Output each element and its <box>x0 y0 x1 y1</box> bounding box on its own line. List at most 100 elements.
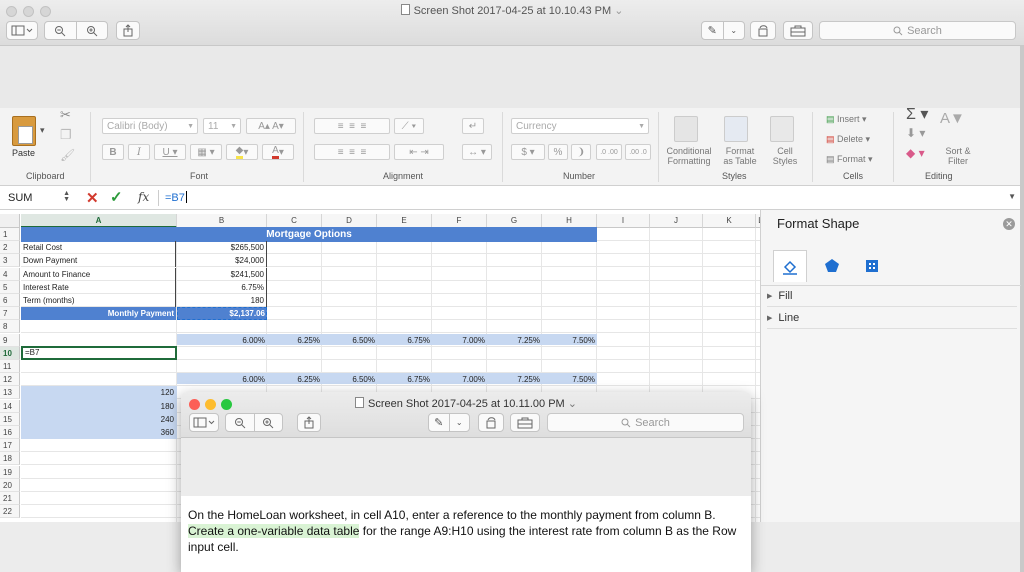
effects-tab[interactable] <box>815 250 849 282</box>
rate-header-cell[interactable]: 6.00% <box>177 334 267 347</box>
view-menu-button[interactable] <box>6 21 38 40</box>
accounting-format-button[interactable]: $ ▾ <box>511 144 545 160</box>
input-label-cell[interactable]: Retail Cost <box>21 241 176 255</box>
orientation-button[interactable]: ⟋ ▾ <box>394 118 424 134</box>
expand-formula-bar-icon[interactable]: ▼ <box>1008 192 1016 201</box>
font-size-select[interactable]: 11 ▼ <box>203 118 241 134</box>
inner-toolbox-button[interactable] <box>510 413 540 432</box>
row-header-20[interactable]: 20 <box>0 478 20 492</box>
percent-button[interactable]: % <box>548 144 568 160</box>
name-box[interactable]: SUM ▲ ▼ <box>4 189 74 207</box>
search-field[interactable]: Search <box>819 21 1016 40</box>
vertical-align-buttons[interactable]: ≡ ≡ ≡ <box>314 118 390 134</box>
column-header-h[interactable]: H <box>542 214 597 228</box>
underline-button[interactable]: U ▾ <box>154 144 186 160</box>
input-value-cell[interactable]: $24,000 <box>177 254 267 268</box>
row-header-19[interactable]: 19 <box>0 465 20 479</box>
enter-entry-icon[interactable]: ✓ <box>110 188 123 206</box>
format-as-table-button[interactable]: Format as Table <box>718 146 762 166</box>
row-header-21[interactable]: 21 <box>0 492 20 505</box>
number-format-select[interactable]: Currency ▼ <box>511 118 649 134</box>
font-size-grow-shrink[interactable]: A▴ A▾ <box>246 118 296 134</box>
rate-header-cell[interactable]: 6.25% <box>267 373 322 386</box>
comma-style-button[interactable]: ❩ <box>571 144 591 160</box>
paste-button[interactable]: Paste <box>12 148 35 158</box>
monthly-payment-value[interactable]: $2,137.06 <box>177 307 267 321</box>
term-cell[interactable]: 240 <box>21 413 176 426</box>
input-value-cell[interactable]: $241,500 <box>177 267 267 281</box>
toolbox-button[interactable] <box>783 21 813 40</box>
column-header-c[interactable]: C <box>267 214 322 228</box>
rate-header-cell[interactable]: 6.25% <box>267 334 322 347</box>
input-label-cell[interactable]: Interest Rate <box>21 280 176 294</box>
title-merged-cell[interactable]: Mortgage Options <box>21 227 597 242</box>
fill-line-tab[interactable] <box>773 250 807 282</box>
column-header-j[interactable]: J <box>650 214 703 228</box>
fill-icon[interactable]: ⬇ ▾ <box>906 127 925 139</box>
input-value-cell[interactable]: $265,500 <box>177 241 267 255</box>
zoom-out-button[interactable] <box>45 22 76 39</box>
column-header-d[interactable]: D <box>322 214 377 228</box>
share-button[interactable] <box>116 21 140 40</box>
row-header-12[interactable]: 12 <box>0 373 20 387</box>
font-name-select[interactable]: Calibri (Body) ▼ <box>102 118 198 134</box>
rotate-button[interactable] <box>750 21 776 40</box>
term-cell[interactable]: 180 <box>21 400 176 413</box>
cut-icon[interactable]: ✂ <box>60 108 71 121</box>
input-label-cell[interactable]: Term (months) <box>21 294 176 307</box>
delete-cells-button[interactable]: ▤ Delete ▾ <box>826 134 870 144</box>
close-pane-button[interactable]: ✕ <box>1003 218 1015 230</box>
zoom-in-button[interactable] <box>75 22 108 39</box>
rate-header-cell[interactable]: 7.00% <box>432 373 487 386</box>
sort-filter-button[interactable]: Sort & Filter <box>938 146 978 166</box>
conditional-formatting-button[interactable]: Conditional Formatting <box>663 146 715 166</box>
insert-function-icon[interactable]: fx <box>138 190 149 204</box>
column-header-k[interactable]: K <box>703 214 756 228</box>
wrap-text-button[interactable]: ↵ <box>462 118 484 134</box>
cancel-entry-icon[interactable]: ✕ <box>86 189 99 207</box>
row-header-22[interactable]: 22 <box>0 505 20 519</box>
cell-styles-button[interactable]: Cell Styles <box>768 146 802 166</box>
row-header-7[interactable]: 7 <box>0 307 20 321</box>
row-header-17[interactable]: 17 <box>0 439 20 453</box>
rate-header-cell[interactable]: 6.50% <box>322 373 377 386</box>
column-header-e[interactable]: E <box>377 214 432 228</box>
cell-styles-icon[interactable] <box>770 116 794 142</box>
column-header-g[interactable]: G <box>487 214 542 228</box>
row-header-8[interactable]: 8 <box>0 320 20 334</box>
column-header-f[interactable]: F <box>432 214 487 228</box>
row-header-2[interactable]: 2 <box>0 241 20 255</box>
inner-rotate-button[interactable] <box>478 413 504 432</box>
conditional-formatting-icon[interactable] <box>674 116 698 142</box>
row-header-1[interactable]: 1 <box>0 228 20 241</box>
autosum-icon[interactable]: Σ ▾ <box>906 107 928 123</box>
rate-header-cell[interactable]: 7.00% <box>432 334 487 347</box>
rate-header-cell[interactable]: 6.00% <box>177 373 267 386</box>
format-as-table-icon[interactable] <box>724 116 748 142</box>
monthly-payment-label[interactable]: Monthly Payment <box>21 307 176 321</box>
indent-buttons[interactable]: ⇤ ⇥ <box>394 144 444 160</box>
row-header-6[interactable]: 6 <box>0 294 20 307</box>
fill-section[interactable]: ▶ Fill <box>767 285 1017 307</box>
rate-header-cell[interactable]: 7.25% <box>487 373 542 386</box>
font-color-button[interactable]: A ▾ <box>262 144 294 160</box>
input-value-cell[interactable]: 6.75% <box>177 280 267 294</box>
format-painter-icon[interactable]: 🖌 <box>60 149 75 161</box>
column-header-a[interactable]: A <box>21 214 177 228</box>
row-header-15[interactable]: 15 <box>0 412 20 426</box>
inner-markup-button[interactable]: ✎ ⌄ <box>428 413 470 432</box>
input-value-cell[interactable]: 180 <box>177 294 267 307</box>
paste-chevron-icon[interactable]: ▾ <box>40 125 45 135</box>
row-header-13[interactable]: 13 <box>0 386 20 400</box>
rate-header-cell[interactable]: 7.50% <box>542 334 597 347</box>
row-header-11[interactable]: 11 <box>0 360 20 373</box>
active-cell-a10[interactable]: =B7 <box>21 345 177 360</box>
select-all-corner[interactable] <box>0 214 20 228</box>
inner-share-button[interactable] <box>297 413 321 432</box>
rate-header-cell[interactable]: 7.50% <box>542 373 597 386</box>
row-header-14[interactable]: 14 <box>0 399 20 413</box>
merge-center-button[interactable]: ↔ ▾ <box>462 144 492 160</box>
line-section[interactable]: ▶ Line <box>767 307 1017 329</box>
inner-view-menu-button[interactable] <box>189 413 219 432</box>
rate-header-cell[interactable]: 6.50% <box>322 334 377 347</box>
